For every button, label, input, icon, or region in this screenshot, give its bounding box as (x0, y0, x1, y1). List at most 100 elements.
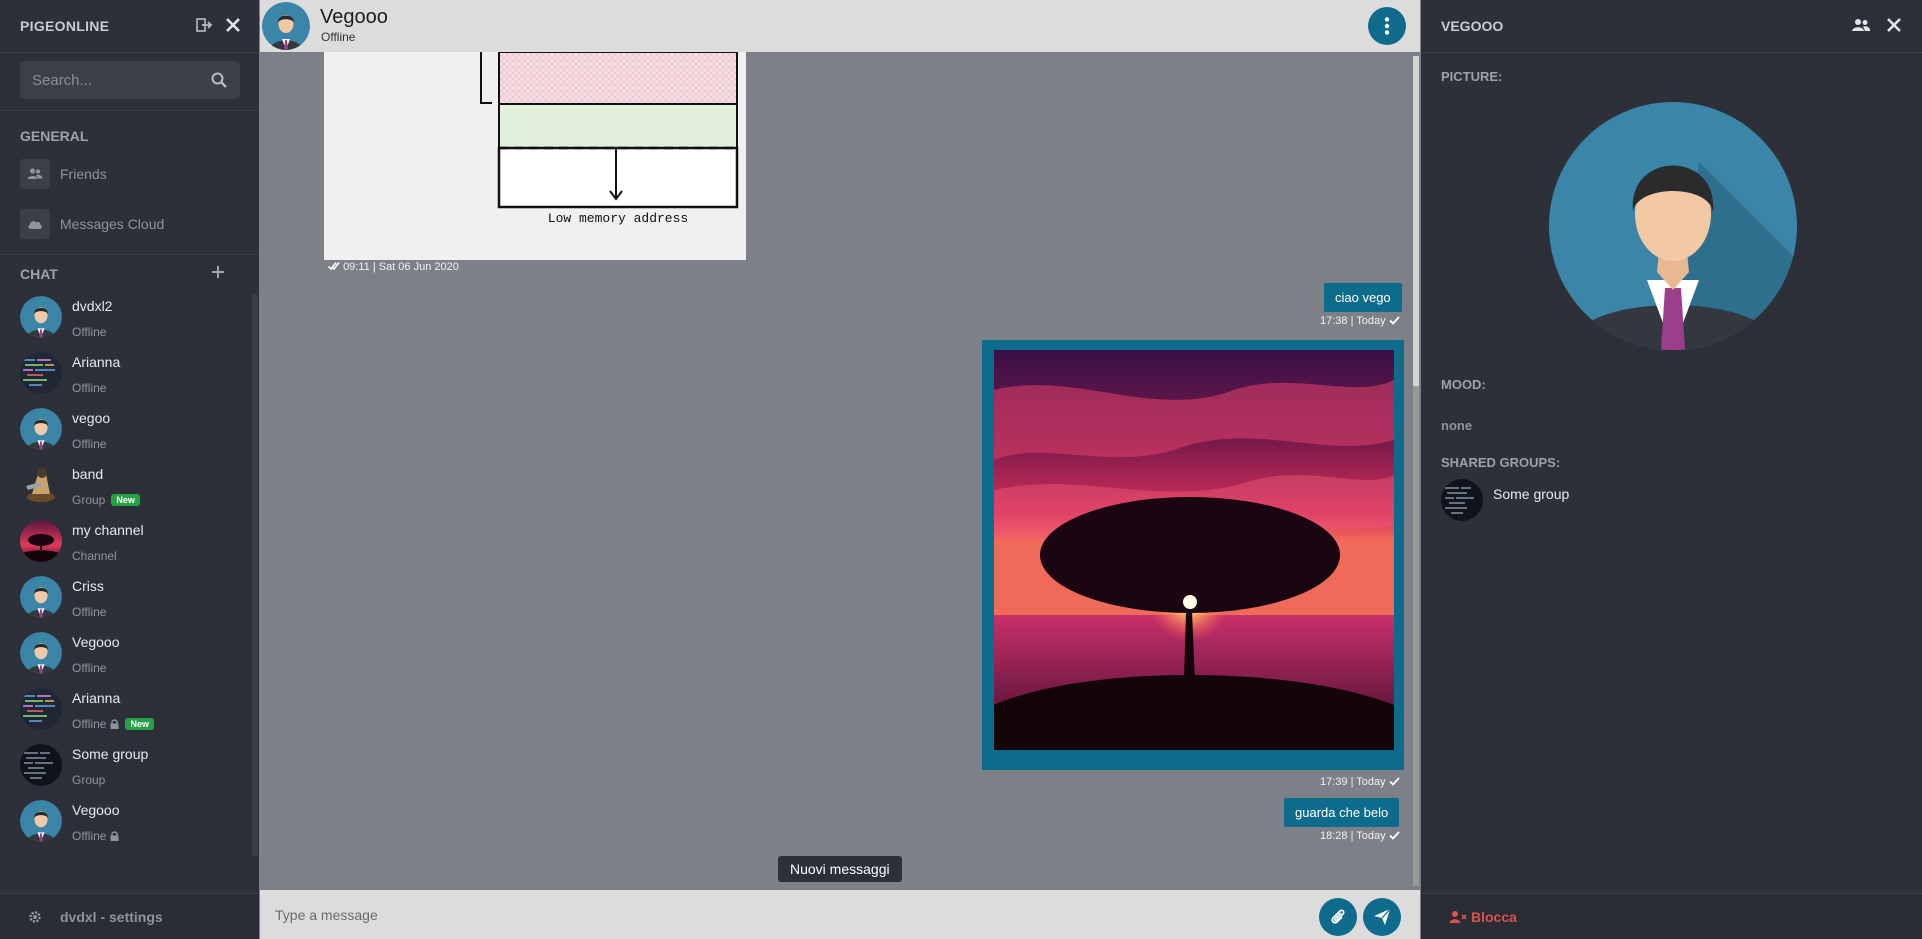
avatar (20, 744, 62, 786)
divider (0, 254, 259, 255)
profile-title: VEGOOO (1441, 18, 1504, 34)
chat-list-item[interactable]: band Group New (0, 458, 250, 514)
more-vertical-icon (1384, 17, 1390, 35)
new-badge: New (125, 718, 154, 730)
avatar (20, 632, 62, 674)
conversation-panel: Vegooo Offline Low memory address 09:11 … (260, 0, 1420, 939)
send-icon (1374, 908, 1391, 925)
settings-footer[interactable]: dvdxl - settings (0, 893, 259, 939)
chat-status: Group (72, 773, 106, 787)
chat-name: vegoo (72, 410, 111, 426)
chat-name: my channel (72, 522, 144, 538)
chat-list-scrollbar[interactable] (252, 294, 258, 856)
divider (0, 52, 259, 53)
message-composer (260, 890, 1420, 939)
chat-status: Offline (72, 605, 107, 619)
nav-friends-label: Friends (60, 166, 107, 182)
chat-status: Offline (72, 437, 107, 451)
avatar (20, 352, 62, 394)
chat-list-item[interactable]: my channel Channel (0, 514, 250, 570)
chat-status: Offline (72, 381, 107, 395)
chat-status: Group New (72, 493, 140, 507)
new-messages-toast[interactable]: Nuovi messaggi (778, 856, 902, 882)
conversation-menu-button[interactable] (1368, 7, 1406, 45)
nav-friends[interactable]: Friends (20, 159, 240, 189)
chat-list-item[interactable]: vegoo Offline (0, 402, 250, 458)
double-check-icon (327, 262, 340, 271)
mood-label: MOOD: (1441, 377, 1486, 392)
divider (1421, 52, 1922, 53)
avatar (1441, 479, 1483, 521)
left-sidebar: PIGEONLINE GENERAL Friends Messages (0, 0, 259, 939)
check-icon (1389, 777, 1400, 786)
chat-list-item[interactable]: Vegooo Offline (0, 794, 250, 850)
avatar (20, 464, 62, 506)
avatar (20, 408, 62, 450)
chat-list-item[interactable]: Arianna Offline (0, 346, 250, 402)
attach-button[interactable] (1319, 898, 1357, 936)
chat-name: band (72, 466, 104, 482)
shared-groups-label: SHARED GROUPS: (1441, 455, 1561, 470)
add-chat-icon[interactable] (210, 264, 226, 280)
chat-status: Offline (72, 829, 119, 843)
block-label: Blocca (1471, 909, 1517, 925)
send-button[interactable] (1363, 898, 1401, 936)
image-message[interactable]: Low memory address (324, 52, 746, 260)
conversation-header: Vegooo Offline (260, 0, 1420, 52)
mood-value: none (1441, 418, 1473, 433)
diagram-caption: Low memory address (548, 211, 688, 226)
message-meta: 09:11 | Sat 06 Jun 2020 (327, 261, 459, 273)
chat-status: Channel (72, 549, 117, 563)
chat-list-item[interactable]: Some group Group (0, 738, 250, 794)
message-list[interactable]: Low memory address 09:11 | Sat 06 Jun 20… (260, 52, 1420, 890)
search-box (20, 61, 240, 99)
chat-name: Vegooo (72, 802, 120, 818)
chat-list-item[interactable]: dvdxl2 Offline (0, 290, 250, 346)
chat-name: Vegooo (72, 634, 120, 650)
message-bubble[interactable]: ciao vego (1324, 283, 1402, 312)
cloud-icon (28, 221, 42, 229)
group-icon[interactable] (1851, 17, 1871, 33)
sunset-tree-image (994, 350, 1394, 750)
message-meta: 17:38 | Today (1320, 315, 1400, 327)
chat-name: Arianna (72, 354, 121, 370)
chat-list-item[interactable]: Vegooo Offline (0, 626, 250, 682)
message-bubble[interactable]: guarda che belo (1284, 798, 1400, 827)
profile-panel: VEGOOO PICTURE: MOOD: none SHARED GROUPS… (1421, 0, 1922, 939)
close-icon[interactable] (224, 16, 242, 34)
profile-picture (1549, 102, 1797, 350)
logout-icon[interactable] (195, 16, 213, 34)
chat-name: Some group (72, 746, 149, 762)
friends-icon (27, 168, 43, 179)
general-section-label: GENERAL (20, 128, 89, 144)
shared-group-name: Some group (1493, 486, 1570, 502)
chat-status: Offline New (72, 717, 154, 731)
message-input[interactable] (260, 890, 1310, 939)
message-meta: 17:39 | Today (1320, 776, 1400, 788)
search-icon[interactable] (210, 71, 228, 89)
nav-messages-cloud-label: Messages Cloud (60, 216, 165, 232)
close-icon[interactable] (1885, 16, 1903, 34)
message-list-scrollbar[interactable] (1413, 56, 1419, 886)
image-message[interactable] (982, 340, 1404, 770)
chat-name: Arianna (72, 690, 121, 706)
search-input[interactable] (20, 61, 200, 99)
shared-group-item[interactable]: Some group (1441, 479, 1741, 523)
picture-label: PICTURE: (1441, 69, 1503, 84)
avatar (20, 800, 62, 842)
chat-list-item[interactable]: Arianna Offline New (0, 682, 250, 738)
chat-name: dvdxl2 (72, 298, 113, 314)
chat-status: Offline (72, 325, 107, 339)
check-icon (1389, 831, 1400, 840)
avatar[interactable] (262, 2, 310, 50)
avatar (20, 688, 62, 730)
block-user-icon (1449, 911, 1467, 923)
block-footer[interactable]: Blocca (1421, 893, 1922, 939)
lock-icon (110, 831, 119, 841)
check-icon (1389, 316, 1400, 325)
settings-label: dvdxl - settings (60, 909, 163, 925)
new-badge: New (111, 494, 140, 506)
conversation-status: Offline (321, 30, 356, 44)
nav-messages-cloud[interactable]: Messages Cloud (20, 209, 240, 239)
chat-list-item[interactable]: Criss Offline (0, 570, 250, 626)
